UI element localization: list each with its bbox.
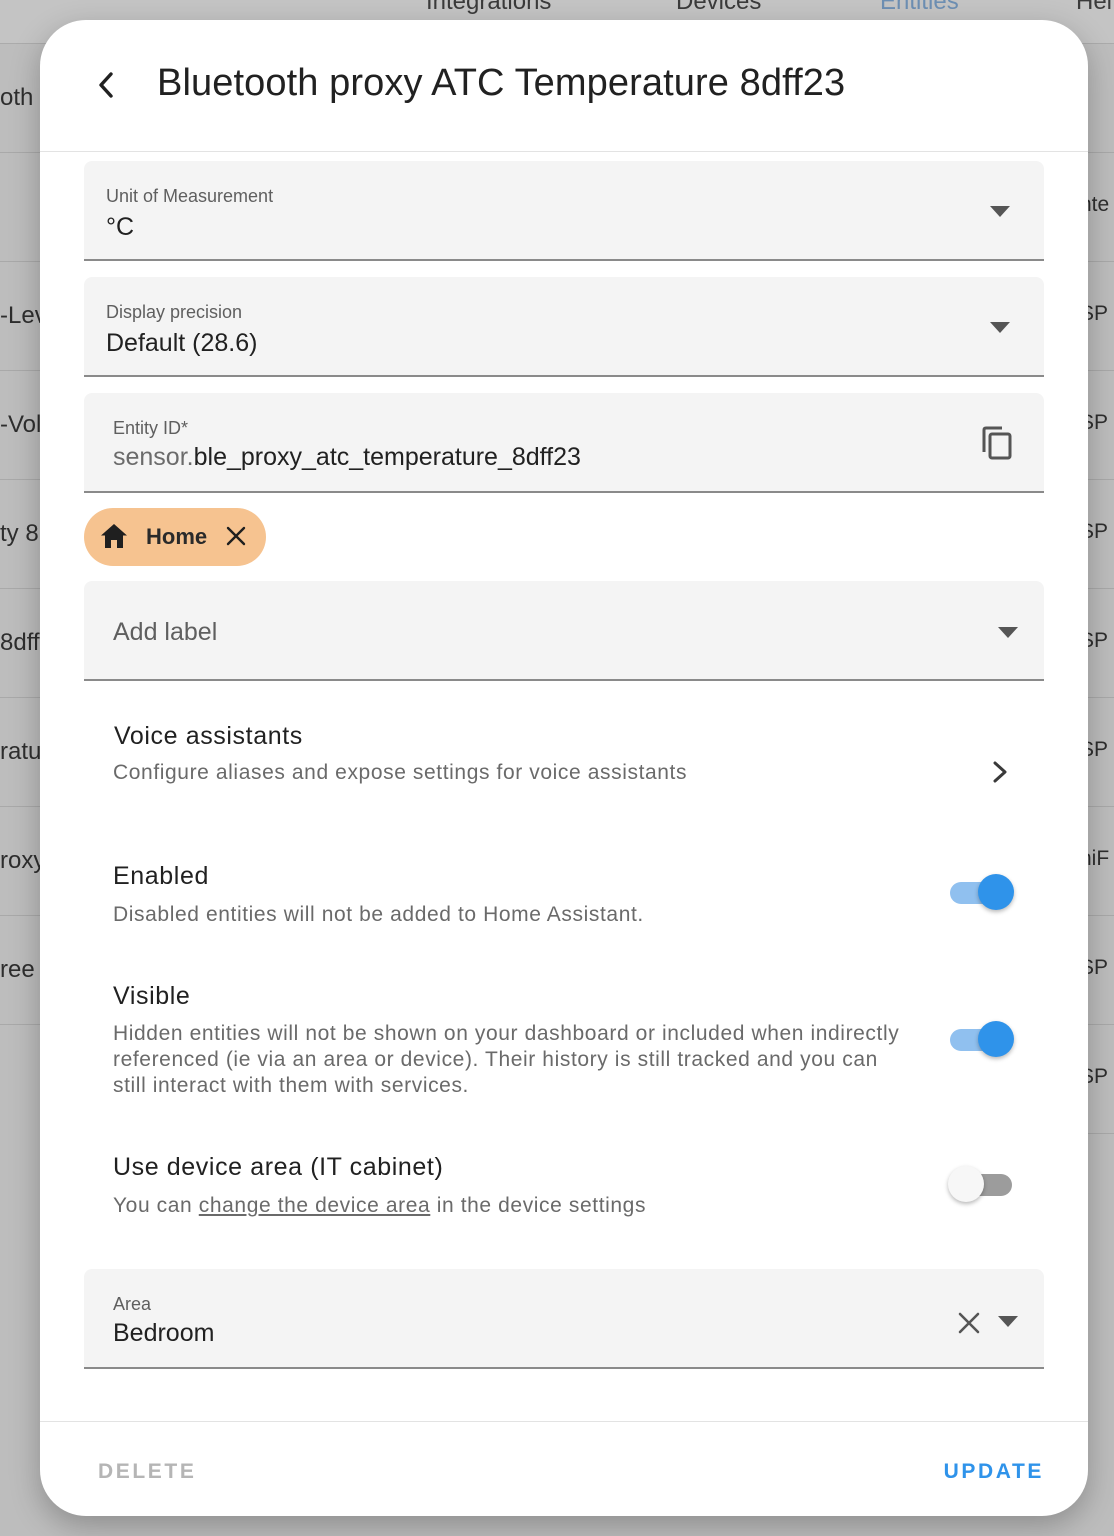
use-device-area-desc-before: You can <box>113 1194 199 1217</box>
use-device-area-title: Use device area (IT cabinet) <box>113 1153 444 1181</box>
delete-button[interactable]: DELETE <box>98 1460 196 1484</box>
background-row-text: oth <box>0 84 34 111</box>
chevron-right-icon <box>993 761 1007 783</box>
background-row-text: 8dff <box>0 629 40 656</box>
content-copy-icon[interactable] <box>980 425 1014 461</box>
background-row-text: ty 8 <box>0 520 39 547</box>
use-device-area-toggle[interactable] <box>948 1164 1016 1204</box>
add-label-select[interactable]: Add label <box>84 581 1044 681</box>
voice-assistants-row[interactable]: Voice assistants Configure aliases and e… <box>84 702 1044 812</box>
voice-assistants-title: Voice assistants <box>114 722 303 750</box>
use-device-area-description: You can change the device area in the de… <box>113 1193 646 1219</box>
home-icon <box>101 524 127 548</box>
dialog-header: Bluetooth proxy ATC Temperature 8dff23 <box>40 20 1088 152</box>
background-row-text: roxy <box>0 847 46 874</box>
menu-down-icon <box>990 322 1010 333</box>
back-button[interactable] <box>84 60 128 110</box>
enabled-toggle[interactable] <box>948 872 1016 912</box>
area-label: Area <box>113 1294 152 1314</box>
switch-thumb <box>948 1166 984 1202</box>
visible-title: Visible <box>113 982 191 1010</box>
change-device-area-link[interactable]: change the device area <box>199 1194 431 1217</box>
background-tab: Integrations <box>426 0 552 15</box>
update-button[interactable]: UPDATE <box>944 1460 1044 1484</box>
menu-down-icon <box>998 1316 1018 1327</box>
use-device-area-desc-after: in the device settings <box>430 1194 647 1217</box>
dialog-title: Bluetooth proxy ATC Temperature 8dff23 <box>157 62 846 104</box>
clear-area-icon[interactable] <box>958 1312 980 1334</box>
close-icon[interactable] <box>224 524 248 548</box>
add-label-placeholder: Add label <box>113 618 218 646</box>
background-tab: Hel <box>1076 0 1113 15</box>
display-precision-select[interactable]: Display precision Default (28.6) <box>84 277 1044 377</box>
enabled-title: Enabled <box>113 862 209 890</box>
entity-id-field[interactable]: Entity ID* sensor.ble_proxy_atc_temperat… <box>84 393 1044 493</box>
display-precision-label: Display precision <box>106 302 243 322</box>
menu-down-icon <box>990 206 1010 217</box>
chevron-left-icon <box>99 72 113 98</box>
background-row-text: ratu <box>0 738 42 765</box>
unit-of-measurement-value: °C <box>106 213 135 241</box>
area-select[interactable]: Area Bedroom <box>84 1269 1044 1369</box>
menu-down-icon <box>998 627 1018 638</box>
entity-id-prefix: sensor. <box>113 443 194 471</box>
visible-description: Hidden entities will not be shown on you… <box>113 1022 900 1097</box>
display-precision-value: Default (28.6) <box>106 329 258 357</box>
unit-of-measurement-select[interactable]: Unit of Measurement °C <box>84 161 1044 261</box>
unit-of-measurement-label: Unit of Measurement <box>106 186 274 206</box>
enabled-description: Disabled entities will not be added to H… <box>113 903 644 926</box>
entity-id-label: Entity ID* <box>113 418 189 438</box>
switch-thumb <box>978 1021 1014 1057</box>
voice-assistants-description: Configure aliases and expose settings fo… <box>113 761 688 784</box>
dialog-footer: DELETE UPDATE <box>40 1421 1088 1516</box>
area-value: Bedroom <box>113 1319 215 1347</box>
background-tab: Entities <box>880 0 959 15</box>
entity-id-value: sensor.ble_proxy_atc_temperature_8dff23 <box>113 443 581 472</box>
visible-toggle[interactable] <box>948 1019 1016 1059</box>
entity-id-input[interactable]: ble_proxy_atc_temperature_8dff23 <box>194 443 581 471</box>
entity-settings-dialog: Bluetooth proxy ATC Temperature 8dff23 U… <box>40 20 1088 1516</box>
switch-thumb <box>978 874 1014 910</box>
background-tab: Devices <box>676 0 762 15</box>
label-chip-text: Home <box>146 524 208 549</box>
background-row-text: -Vol <box>0 411 42 438</box>
label-chip-home[interactable]: Home <box>84 508 266 566</box>
